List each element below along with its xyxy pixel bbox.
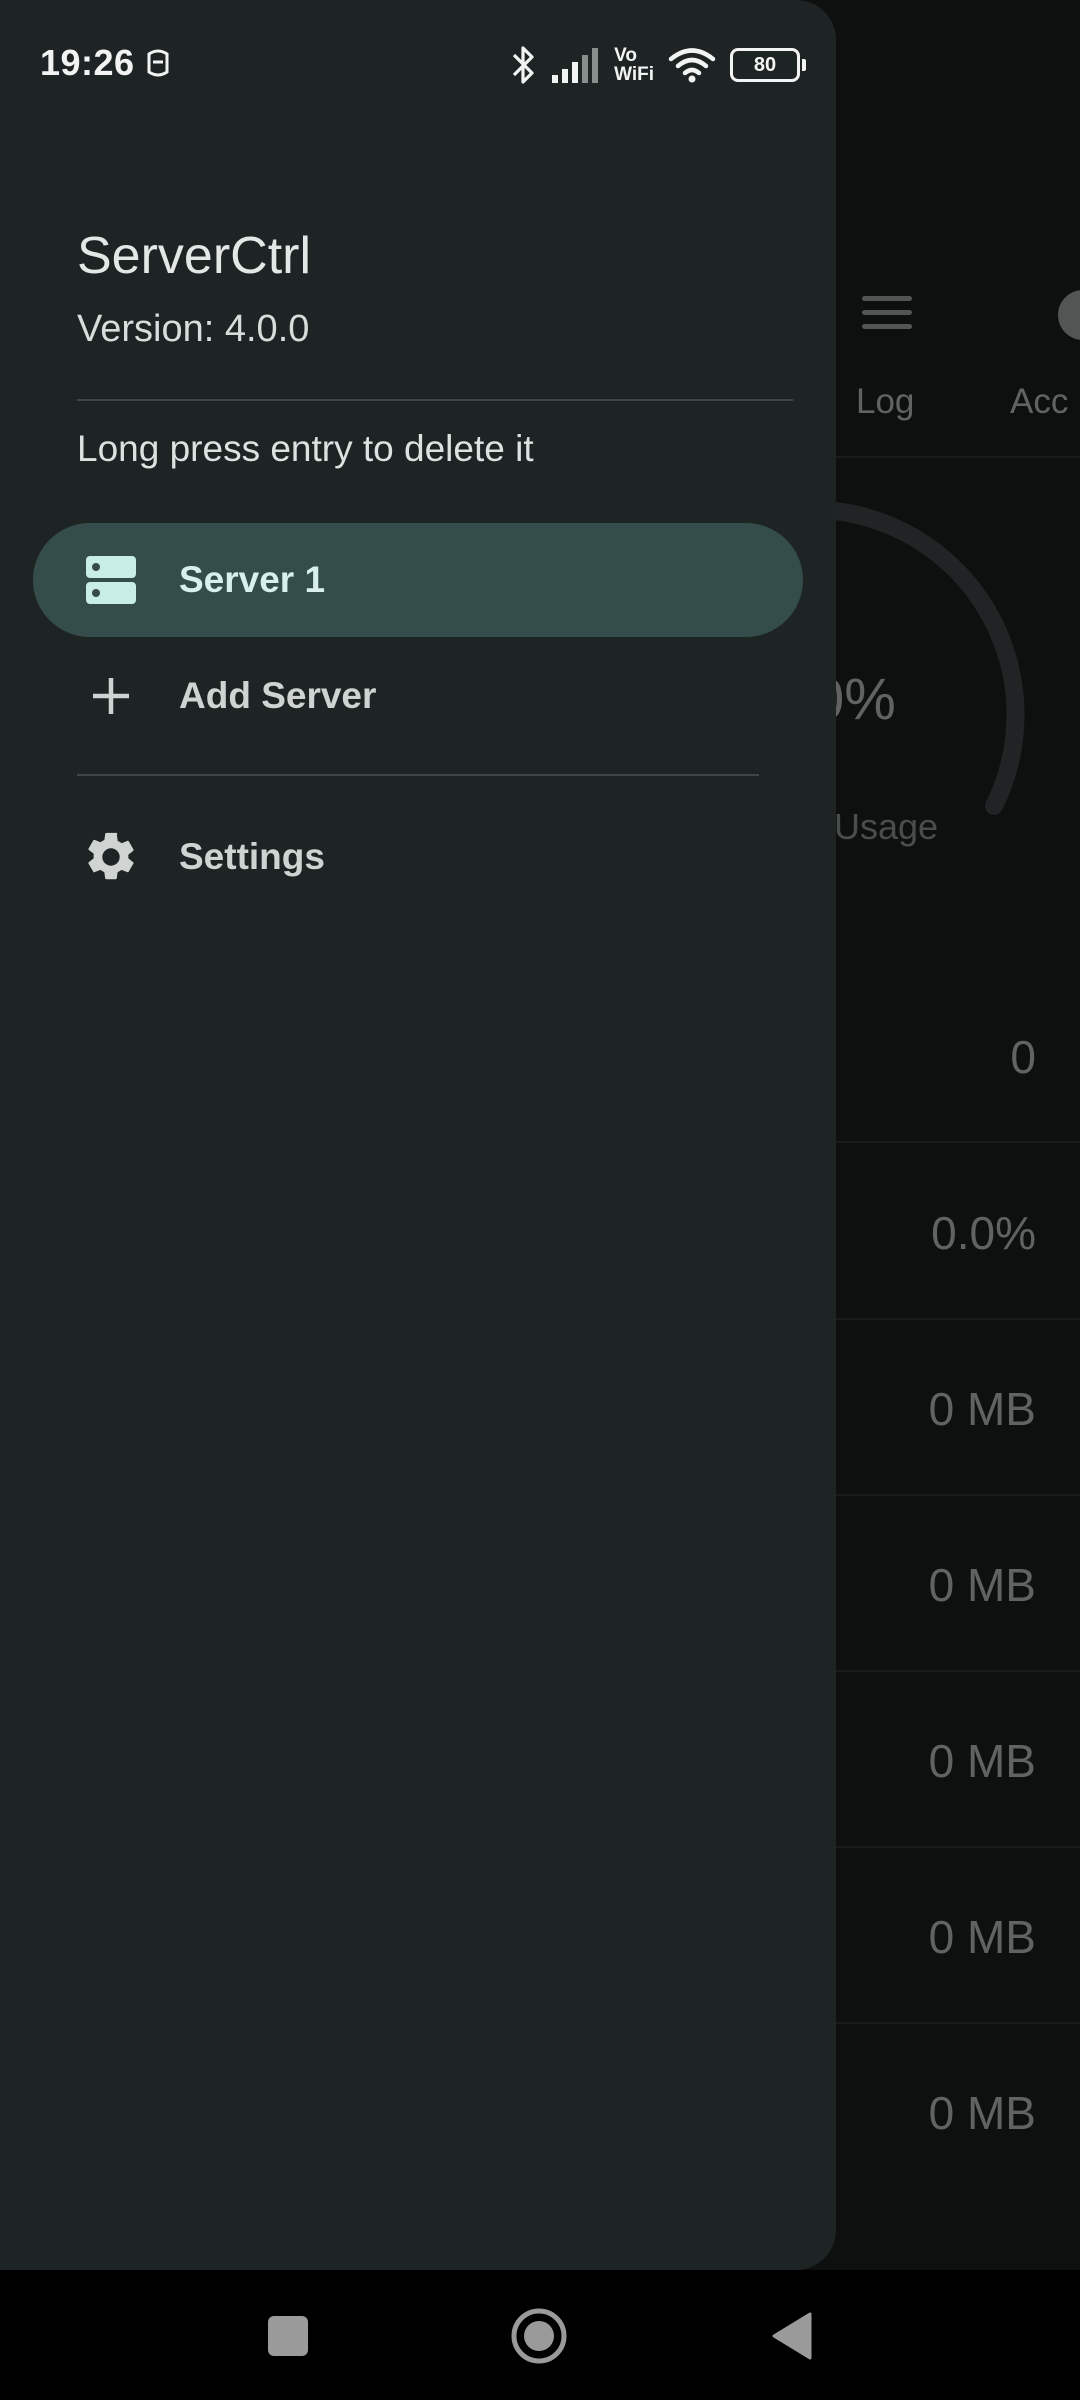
drawer-item-settings[interactable]: Settings [33,800,803,914]
header-divider [77,399,793,401]
vowifi-top: Vo [614,45,637,66]
signal-icon [552,48,599,83]
server-icon [81,550,141,610]
notification-icon [147,49,169,77]
battery-icon: 80 [730,48,806,82]
status-icons: Vo WiFi 80 [508,40,806,90]
vowifi-bottom: WiFi [614,64,654,85]
drawer-item-label: Add Server [179,675,377,716]
wifi-icon [668,48,716,83]
recents-button[interactable] [258,2306,318,2366]
drawer-item-server-1[interactable]: Server 1 [33,523,803,637]
drawer-item-add-server[interactable]: Add Server [33,639,803,753]
home-button[interactable] [509,2306,569,2366]
hint-text: Long press entry to delete it [77,428,534,469]
back-button[interactable] [762,2306,822,2366]
plus-icon [81,666,141,726]
battery-level: 80 [730,48,800,82]
drawer-item-label: Settings [179,836,325,877]
nav-divider [77,774,759,776]
bluetooth-icon [512,46,534,84]
app-version: Version: 4.0.0 [77,308,310,350]
system-nav-bar [0,2270,1080,2400]
back-triangle-icon [772,2312,812,2360]
vowifi-icon: Vo WiFi [614,46,654,84]
home-circle-icon [511,2308,567,2364]
navigation-drawer: 19:26 Vo WiFi 80 ServerCtrl Version: 4.0… [0,0,836,2270]
status-time: 19:26 [40,42,135,83]
app-title: ServerCtrl [77,227,312,285]
drawer-item-label: Server 1 [179,559,326,600]
square-icon [268,2316,308,2356]
gear-icon [81,827,141,887]
